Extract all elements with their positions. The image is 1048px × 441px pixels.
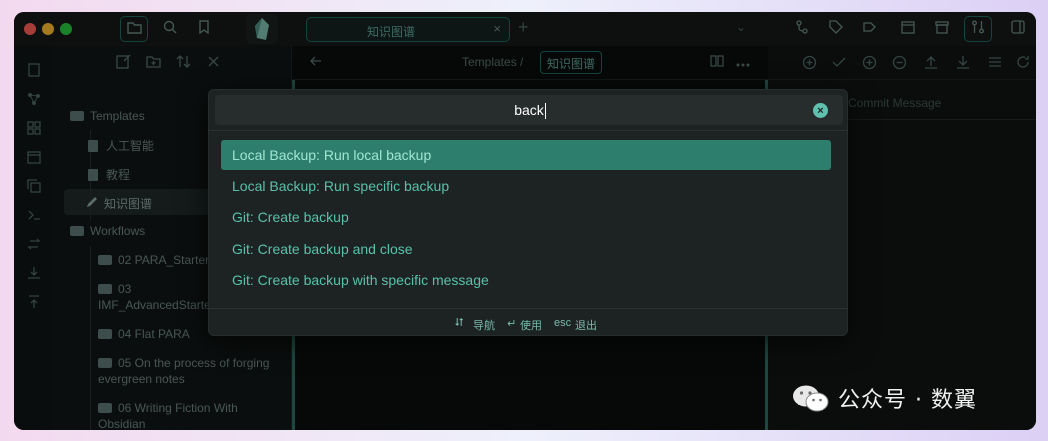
enter-key-icon: ↵ [507, 318, 517, 330]
suggestion-item[interactable]: Git: Create backup [221, 202, 831, 232]
watermark-text: 公众号 · 数翼 [838, 388, 977, 413]
suggestion-item[interactable]: Local Backup: Run specific backup [221, 171, 831, 201]
esc-key: esc [554, 317, 572, 329]
suggestion-item[interactable]: Git: Create backup with specific message [221, 265, 831, 295]
divider [209, 130, 847, 131]
suggestion-item-selected[interactable]: Local Backup: Run local backup [221, 140, 831, 170]
navigate-keys-icon: ⮃ [455, 317, 464, 329]
exit-hint: 退出 [575, 320, 597, 332]
palette-search-box: × [215, 95, 843, 125]
use-hint: 使用 [520, 320, 542, 332]
command-palette: × Local Backup: Run local backup Local B… [208, 89, 848, 336]
wechat-logo-icon [792, 384, 830, 412]
app-window: 知识图谱 × + ⌄ Templates 人工智能 教程 知识图谱 Workfl… [14, 12, 1036, 430]
palette-search-input[interactable] [215, 95, 843, 125]
watermark: 公众号 · 数翼 [792, 380, 977, 416]
palette-footer: ⮃ 导航 ↵ 使用 esc 退出 [209, 308, 847, 337]
navigate-hint: 导航 [473, 320, 495, 332]
clear-search-icon[interactable]: × [813, 103, 828, 118]
suggestion-item[interactable]: Git: Create backup and close [221, 234, 831, 264]
text-caret [545, 103, 546, 119]
